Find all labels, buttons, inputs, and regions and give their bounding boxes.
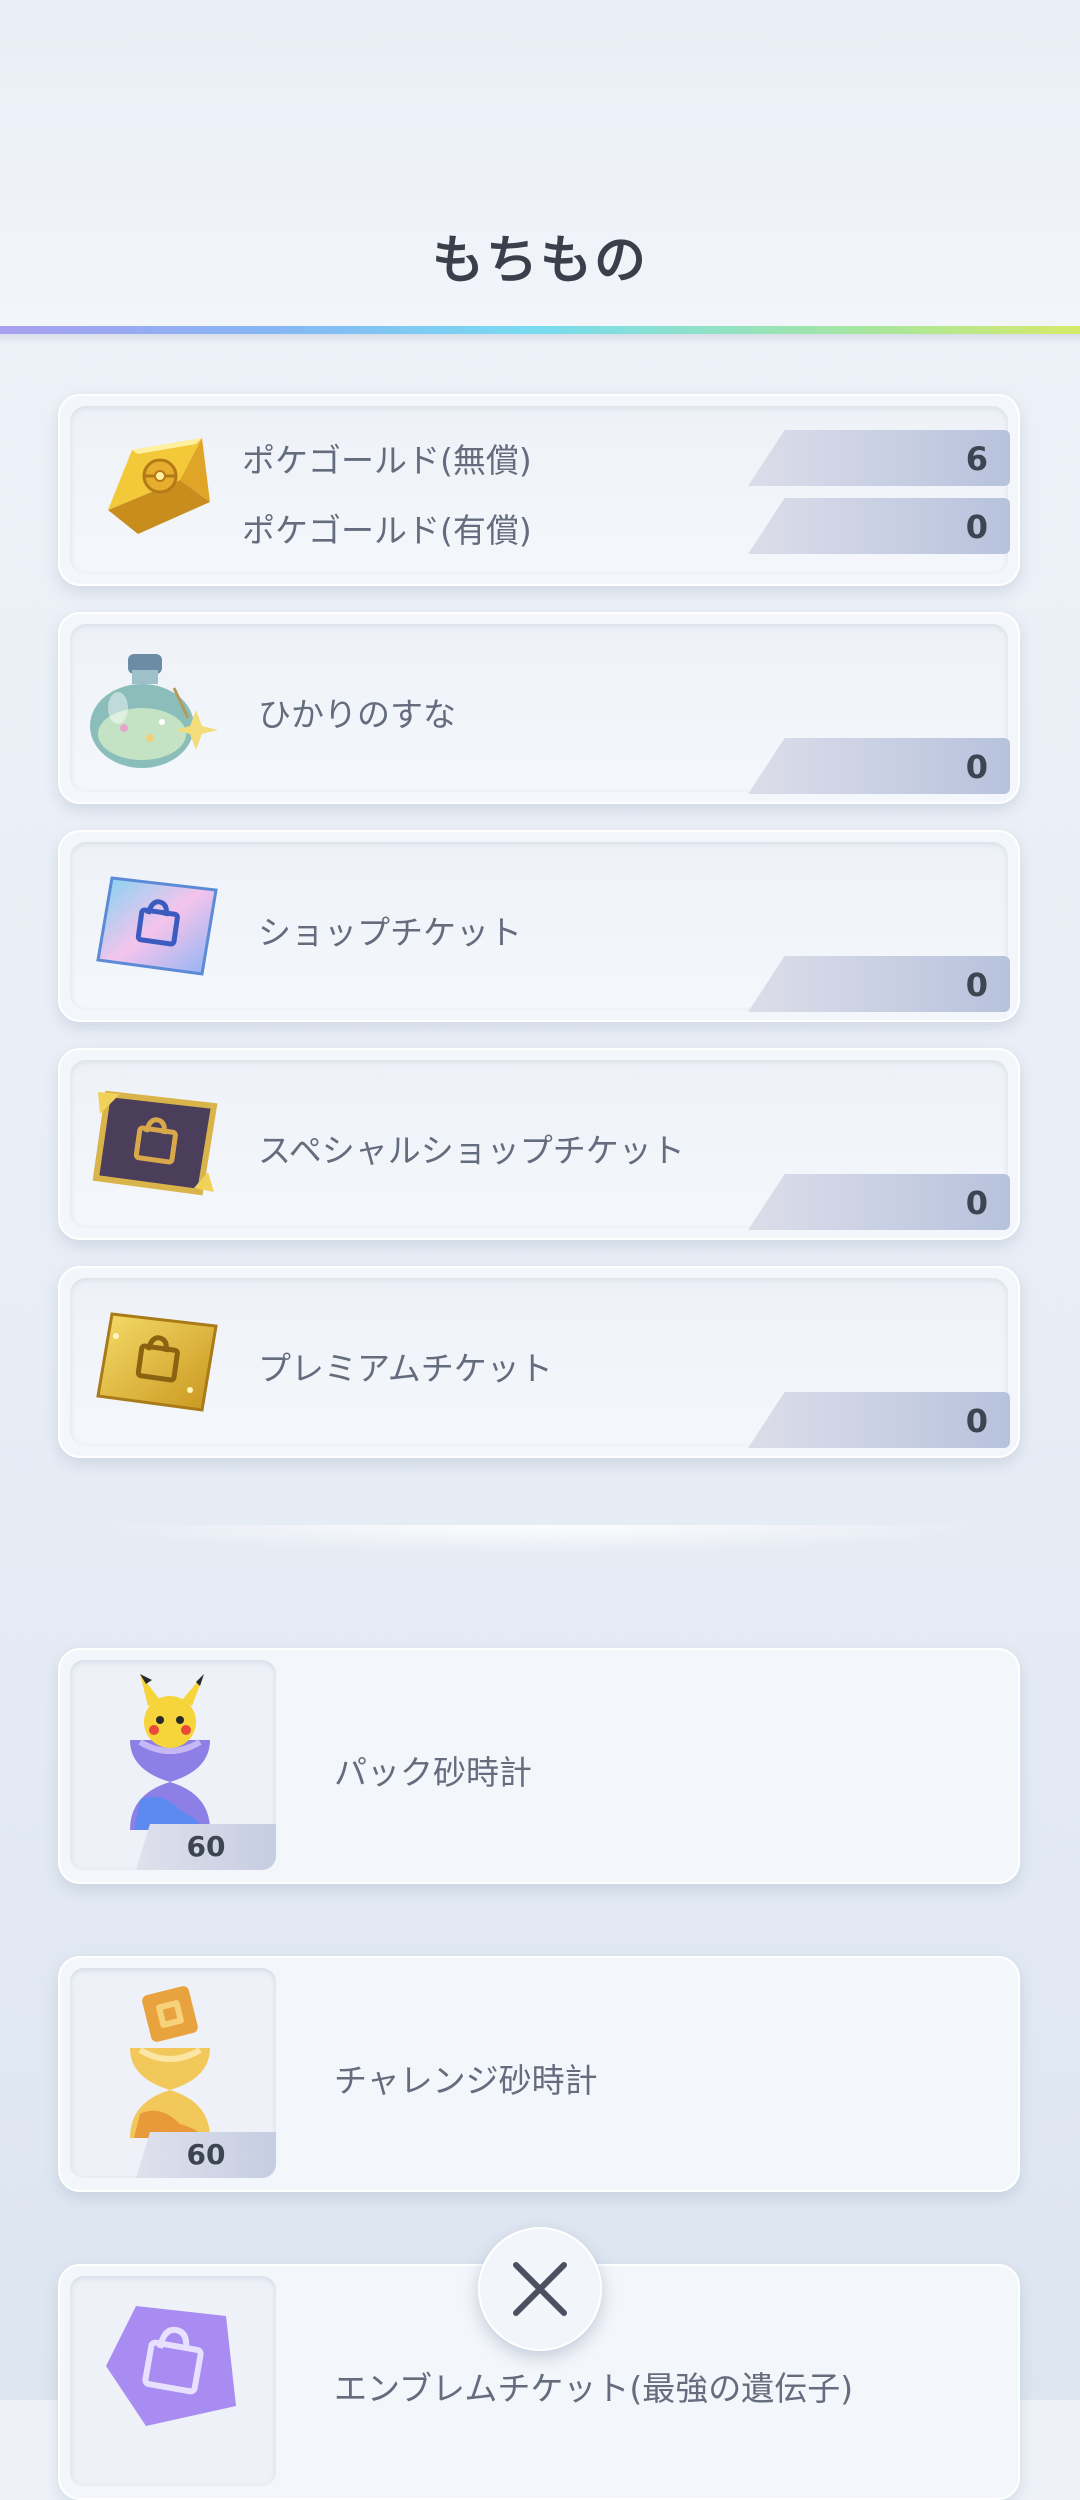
item-count: 60 xyxy=(136,1824,276,1870)
item-count: 0 xyxy=(965,1184,988,1222)
item-count: 0 xyxy=(965,748,988,786)
item-label: ひかりのすな xyxy=(258,695,456,734)
item-card-stardust: ひかりのすな 0 xyxy=(58,612,1020,804)
pokegold-free-label: ポケゴールド(無償) xyxy=(242,441,532,480)
item-label: プレミアムチケット xyxy=(258,1349,553,1388)
item-count: 0 xyxy=(965,966,988,1004)
item-count-bar: 0 xyxy=(748,1392,1010,1448)
item-label: ショップチケット xyxy=(258,913,522,952)
pokegold-paid-label: ポケゴールド(有償) xyxy=(242,511,532,550)
pokegold-free-count: 6 xyxy=(965,440,988,478)
item-count-bar: 0 xyxy=(748,738,1010,794)
pokegold-card: ポケゴールド(無償) 6 ポケゴールド(有償) 0 xyxy=(58,394,1020,586)
section-divider xyxy=(80,1525,1000,1555)
shop-ticket-icon xyxy=(96,876,218,976)
item-thumbnail xyxy=(70,2276,276,2486)
emblem-ticket-icon xyxy=(106,2306,236,2426)
hourglass-card-challenge: 60 チャレンジ砂時計 xyxy=(58,1956,1020,2192)
item-thumbnail: 60 xyxy=(70,1660,276,1870)
item-count-bar: 0 xyxy=(748,1174,1010,1230)
close-icon xyxy=(513,2262,567,2316)
item-label: チャレンジ砂時計 xyxy=(334,2061,598,2100)
header: もちもの xyxy=(0,0,1080,326)
item-label: エンブレムチケット(最強の遺伝子) xyxy=(334,2369,854,2408)
item-card-shop-ticket: ショップチケット 0 xyxy=(58,830,1020,1022)
pokegold-free-count-bar: 6 xyxy=(748,430,1010,486)
header-shadow xyxy=(0,334,1080,344)
pokegold-paid-count-bar: 0 xyxy=(748,498,1010,554)
item-card-special-shop-ticket: スペシャルショップチケット 0 xyxy=(58,1048,1020,1240)
stardust-bottle-icon xyxy=(90,654,218,768)
hourglass-card-pack: 60 パック砂時計 xyxy=(58,1648,1020,1884)
item-label: スペシャルショップチケット xyxy=(258,1131,685,1170)
item-card-premium-ticket: プレミアムチケット 0 xyxy=(58,1266,1020,1458)
page-title: もちもの xyxy=(431,231,648,291)
item-label: パック砂時計 xyxy=(334,1753,532,1792)
item-count: 0 xyxy=(965,1402,988,1440)
gold-bar-icon xyxy=(108,438,210,534)
item-thumbnail: 60 xyxy=(70,1968,276,2178)
pokegold-paid-count: 0 xyxy=(965,508,988,546)
special-shop-ticket-icon xyxy=(92,1090,218,1196)
header-rainbow-divider xyxy=(0,326,1080,334)
item-count-bar: 0 xyxy=(748,956,1010,1012)
close-button[interactable] xyxy=(478,2227,602,2351)
item-count: 60 xyxy=(136,2132,276,2178)
premium-ticket-icon xyxy=(96,1312,218,1412)
